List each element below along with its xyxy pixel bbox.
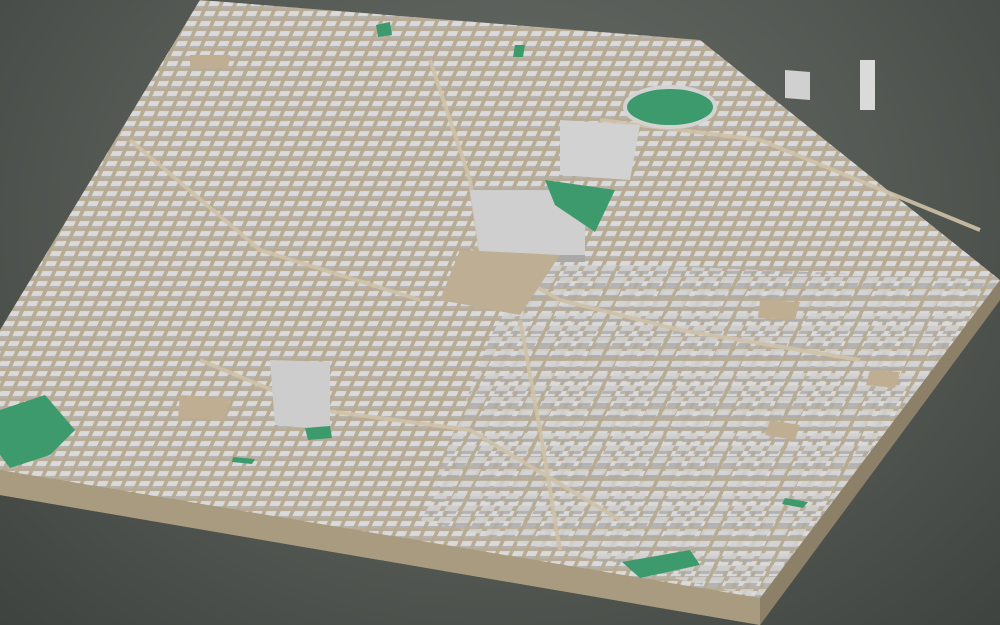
city-model-scene[interactable] [0, 0, 1000, 625]
park-roundabout [623, 85, 717, 129]
viewport-background [0, 0, 1000, 625]
park-small-center [305, 426, 332, 440]
